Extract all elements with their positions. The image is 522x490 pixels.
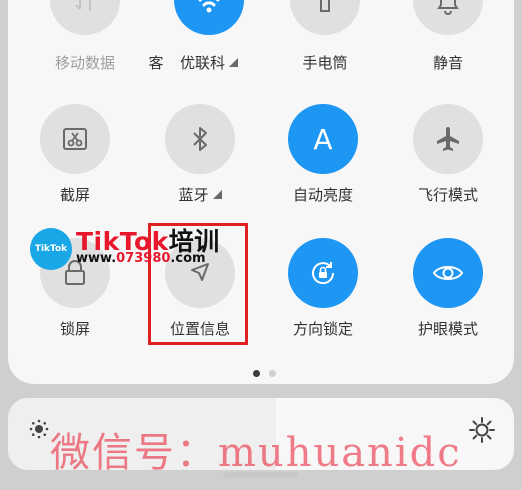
tile-bluetooth[interactable]: 蓝牙: [145, 104, 255, 214]
quick-settings-panel: 移动数据 客 优联科 手电筒 静音 截屏 蓝牙 A 自动亮度 飞行模式 锁屏 位…: [8, 0, 514, 384]
tile-flashlight[interactable]: 手电筒: [270, 0, 380, 75]
tile-label: 护眼模式: [417, 320, 478, 338]
page-indicator: [253, 370, 276, 377]
page-dot[interactable]: [269, 370, 276, 377]
eye-icon: [413, 238, 483, 308]
bluetooth-icon: [165, 104, 235, 174]
auto-brightness-icon: A: [288, 104, 358, 174]
tile-label-bluetooth: 蓝牙: [145, 184, 255, 205]
tile-label: 静音: [432, 54, 463, 72]
tile-mute[interactable]: 静音: [393, 0, 503, 75]
tile-eye-care[interactable]: 护眼模式: [393, 238, 503, 348]
auto-brightness-letter: A: [313, 122, 333, 156]
brightness-low-icon: [28, 418, 50, 444]
url-suffix: .com: [170, 251, 206, 266]
mobile-data-icon: [50, 0, 120, 35]
wifi-icon: [174, 0, 244, 35]
tile-airplane[interactable]: 飞行模式: [393, 104, 503, 214]
tile-mobile-data[interactable]: 移动数据: [30, 0, 140, 75]
tile-auto-brightness[interactable]: A 自动亮度: [268, 104, 378, 214]
tile-label: 截屏: [59, 186, 90, 204]
tile-wifi[interactable]: 优联科: [154, 0, 264, 75]
url-number: 073980: [116, 251, 171, 266]
watermark-url: www.073980.com: [76, 251, 206, 266]
tile-label: 方向锁定: [292, 320, 353, 338]
brightness-high-icon: [468, 416, 496, 448]
wifi-network-name: 优联科: [179, 54, 225, 72]
tiktok-logo: TikTok: [30, 228, 72, 270]
bell-icon: [413, 0, 483, 35]
tile-label-wifi: 优联科: [154, 52, 264, 73]
tile-rotation-lock[interactable]: 方向锁定: [268, 238, 378, 348]
page-dot-active[interactable]: [253, 370, 260, 377]
tile-label: 手电筒: [302, 54, 348, 72]
rotation-lock-icon: [288, 238, 358, 308]
tile-label: 锁屏: [59, 320, 90, 338]
watermark-bottom: 微信号：muhuanidc: [50, 430, 462, 476]
tile-label: 移动数据: [54, 54, 115, 72]
tile-label: 自动亮度: [292, 186, 353, 204]
screenshot-icon: [40, 104, 110, 174]
tile-screenshot[interactable]: 截屏: [20, 104, 130, 214]
logo-text: TikTok: [34, 244, 68, 254]
tile-label: 飞行模式: [417, 186, 478, 204]
bluetooth-label: 蓝牙: [178, 186, 209, 204]
expand-triangle-icon[interactable]: [212, 190, 222, 199]
url-prefix: www.: [76, 251, 117, 266]
expand-triangle-icon[interactable]: [229, 58, 238, 67]
flashlight-icon: [290, 0, 360, 35]
airplane-icon: [413, 104, 483, 174]
